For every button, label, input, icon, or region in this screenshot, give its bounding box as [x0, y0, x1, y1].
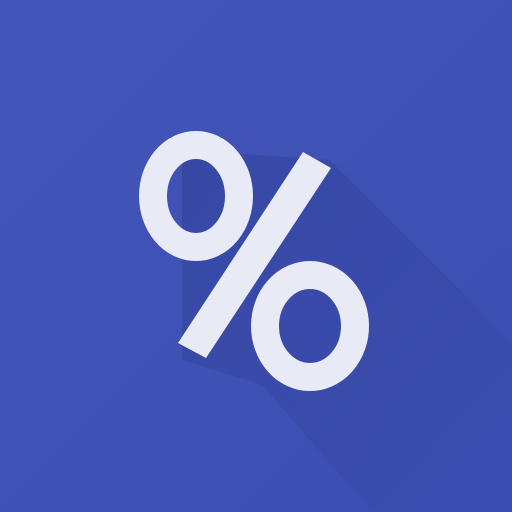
- percent-icon: [139, 131, 512, 512]
- app-icon-tile: [0, 0, 512, 512]
